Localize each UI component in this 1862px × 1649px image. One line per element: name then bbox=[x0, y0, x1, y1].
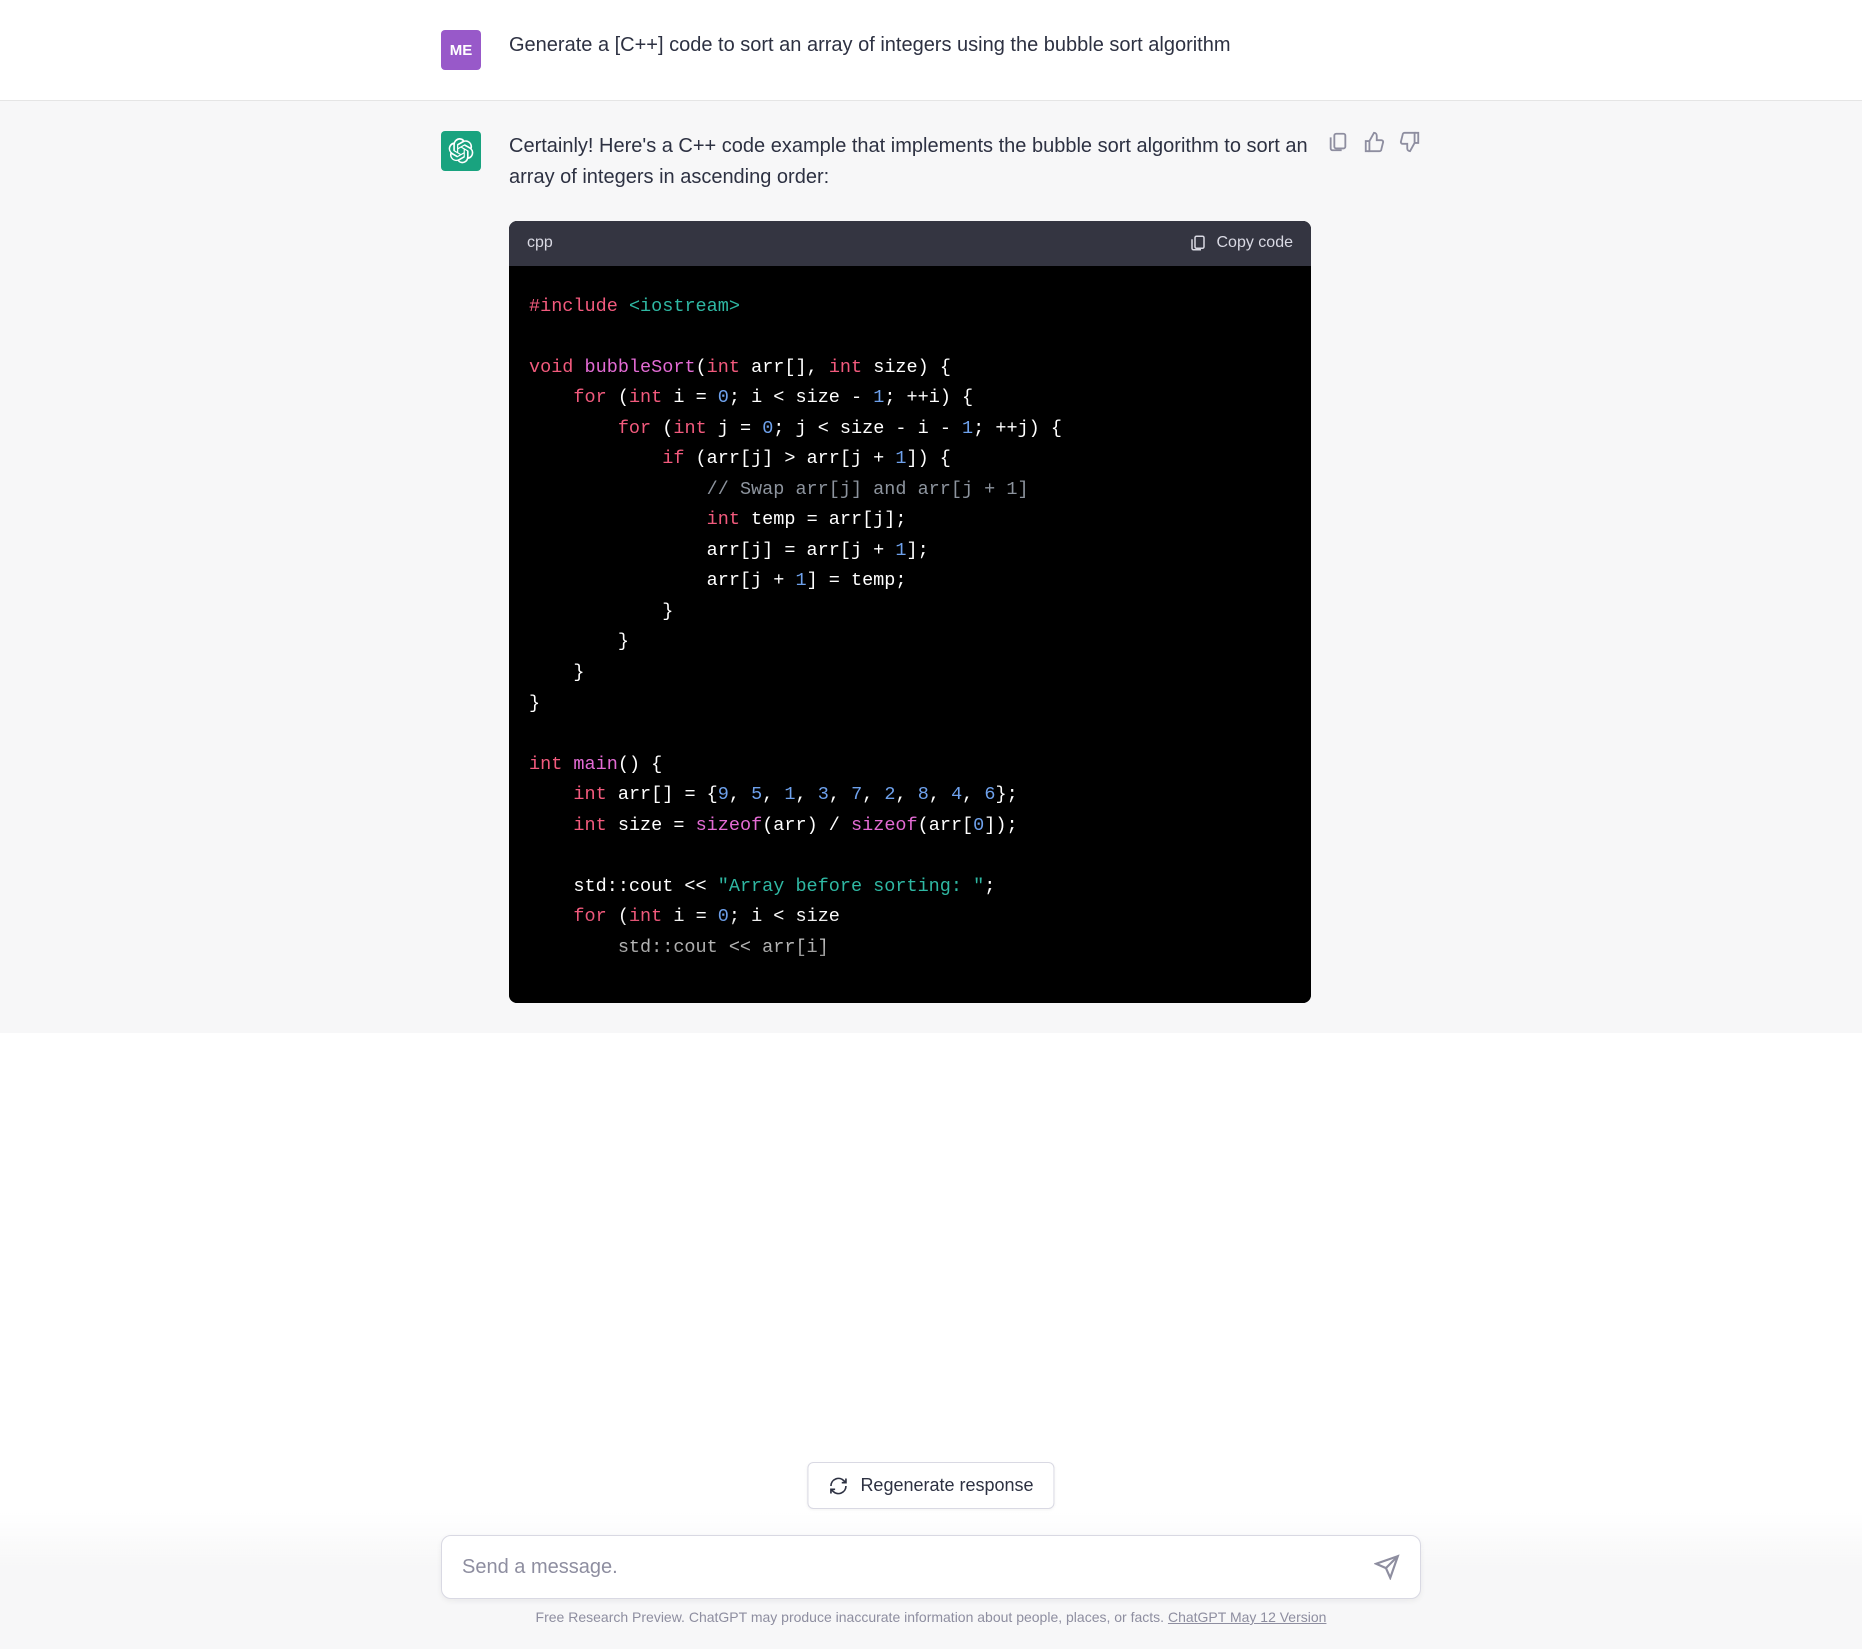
user-avatar-text: ME bbox=[450, 42, 473, 59]
message-actions bbox=[1327, 131, 1421, 153]
thumbs-down-icon bbox=[1399, 131, 1421, 153]
clipboard-icon bbox=[1327, 131, 1349, 153]
regenerate-response-button[interactable]: Regenerate response bbox=[807, 1462, 1054, 1509]
assistant-message-row: Certainly! Here's a C++ code example tha… bbox=[0, 101, 1862, 1033]
composer-wrap: Free Research Preview. ChatGPT may produ… bbox=[0, 1511, 1862, 1649]
footer-note: Free Research Preview. ChatGPT may produ… bbox=[0, 1609, 1862, 1625]
copy-code-label: Copy code bbox=[1217, 231, 1294, 256]
refresh-icon bbox=[828, 1476, 848, 1496]
user-avatar: ME bbox=[441, 30, 481, 70]
regenerate-label: Regenerate response bbox=[860, 1475, 1033, 1496]
thumbs-up-icon bbox=[1363, 131, 1385, 153]
user-message-text: Generate a [C++] code to sort an array o… bbox=[509, 30, 1421, 70]
code-header: cpp Copy code bbox=[509, 221, 1311, 266]
composer bbox=[441, 1535, 1421, 1599]
user-message-row: ME Generate a [C++] code to sort an arra… bbox=[0, 0, 1862, 101]
footer-version-link[interactable]: ChatGPT May 12 Version bbox=[1168, 1609, 1326, 1625]
openai-logo-icon bbox=[448, 138, 474, 164]
assistant-intro-text: Certainly! Here's a C++ code example tha… bbox=[509, 131, 1311, 193]
copy-code-button[interactable]: Copy code bbox=[1189, 231, 1294, 256]
send-icon bbox=[1374, 1554, 1400, 1580]
thumbs-down-button[interactable] bbox=[1399, 131, 1421, 153]
code-language-label: cpp bbox=[527, 231, 553, 256]
copy-message-button[interactable] bbox=[1327, 131, 1349, 153]
footer-text: Free Research Preview. ChatGPT may produ… bbox=[536, 1609, 1168, 1625]
code-block: cpp Copy code #include <iostream> void b… bbox=[509, 221, 1311, 1003]
assistant-avatar bbox=[441, 131, 481, 171]
code-content[interactable]: #include <iostream> void bubbleSort(int … bbox=[509, 266, 1311, 1003]
clipboard-icon bbox=[1189, 234, 1207, 252]
message-input[interactable] bbox=[462, 1556, 1374, 1579]
send-button[interactable] bbox=[1374, 1554, 1400, 1580]
thumbs-up-button[interactable] bbox=[1363, 131, 1385, 153]
